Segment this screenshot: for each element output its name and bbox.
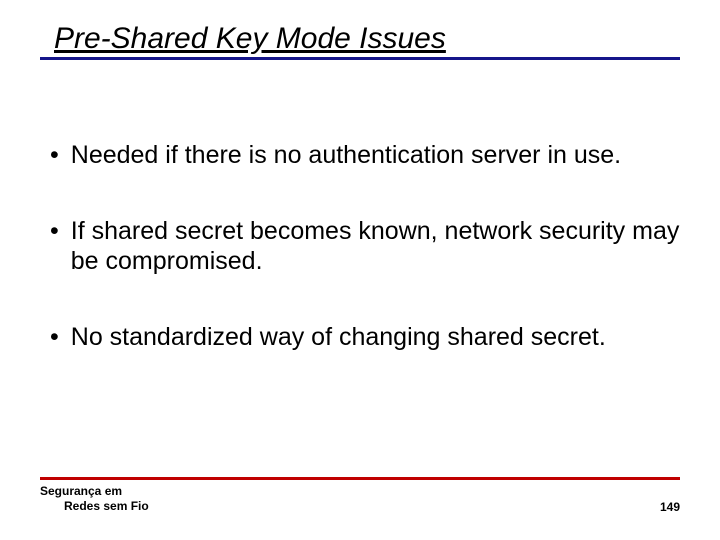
bullet-dot-icon: • — [50, 216, 59, 246]
bullet-dot-icon: • — [50, 322, 59, 352]
title-underline-rule — [40, 57, 680, 60]
footer-left: Segurança em Redes sem Fio — [40, 484, 149, 514]
footer-line-1: Segurança em — [40, 484, 149, 499]
footer-rule — [40, 477, 680, 480]
slide: Pre-Shared Key Mode Issues • Needed if t… — [0, 0, 720, 540]
bullet-dot-icon: • — [50, 140, 59, 170]
bullet-text: Needed if there is no authentication ser… — [71, 140, 680, 170]
footer-line-2: Redes sem Fio — [40, 499, 149, 514]
slide-body: • Needed if there is no authentication s… — [48, 140, 680, 398]
bullet-item: • If shared secret becomes known, networ… — [48, 216, 680, 276]
slide-title: Pre-Shared Key Mode Issues — [40, 22, 680, 55]
page-number: 149 — [660, 500, 680, 514]
bullet-item: • Needed if there is no authentication s… — [48, 140, 680, 170]
bullet-text: If shared secret becomes known, network … — [71, 216, 680, 276]
bullet-text: No standardized way of changing shared s… — [71, 322, 680, 352]
footer-row: Segurança em Redes sem Fio 149 — [40, 484, 680, 514]
bullet-item: • No standardized way of changing shared… — [48, 322, 680, 352]
footer: Segurança em Redes sem Fio 149 — [40, 477, 680, 514]
title-block: Pre-Shared Key Mode Issues — [40, 22, 680, 60]
